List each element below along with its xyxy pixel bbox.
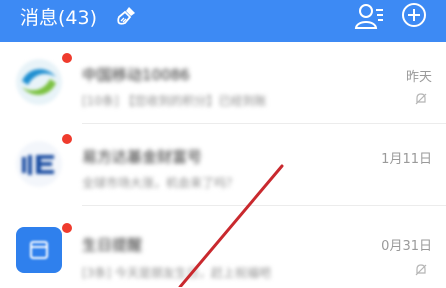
contacts-icon[interactable] <box>354 2 384 30</box>
mute-icon <box>415 264 427 276</box>
list-item[interactable]: 生日提醒 [3条] 今天是朋友生日，赶上祝福吧 0月31日 <box>0 206 446 288</box>
list-item[interactable]: 中国移动10086 [10条] 【您收到的积分】已经到账 昨天 <box>0 42 446 124</box>
message-time: 昨天 <box>405 70 432 85</box>
efunds-logo <box>16 141 62 187</box>
message-time: 0月31日 <box>381 239 432 254</box>
calendar-icon <box>16 227 62 273</box>
unread-dot <box>62 134 72 144</box>
message-preview: [3条] 今天是朋友生日，赶上祝福吧 <box>82 266 271 280</box>
unread-dot <box>62 53 72 63</box>
unread-dot <box>62 223 72 233</box>
mute-icon <box>415 93 427 105</box>
contact-name: 中国移动10086 <box>82 66 190 84</box>
message-time: 1月11日 <box>381 152 432 167</box>
message-preview: 全球市场大涨，机会来了吗？ <box>82 176 239 190</box>
brush-icon[interactable] <box>116 4 138 26</box>
list-item[interactable]: 易方达基金财富号 全球市场大涨，机会来了吗？ 1月11日 <box>0 124 446 206</box>
page-title: 消息(43) <box>20 7 98 29</box>
add-icon[interactable] <box>401 2 427 28</box>
contact-name: 生日提醒 <box>82 236 143 254</box>
message-preview: [10条] 【您收到的积分】已经到账 <box>82 94 267 108</box>
china-mobile-logo <box>16 59 62 105</box>
contact-name: 易方达基金财富号 <box>82 148 203 166</box>
app-header: 消息(43) <box>0 0 446 42</box>
